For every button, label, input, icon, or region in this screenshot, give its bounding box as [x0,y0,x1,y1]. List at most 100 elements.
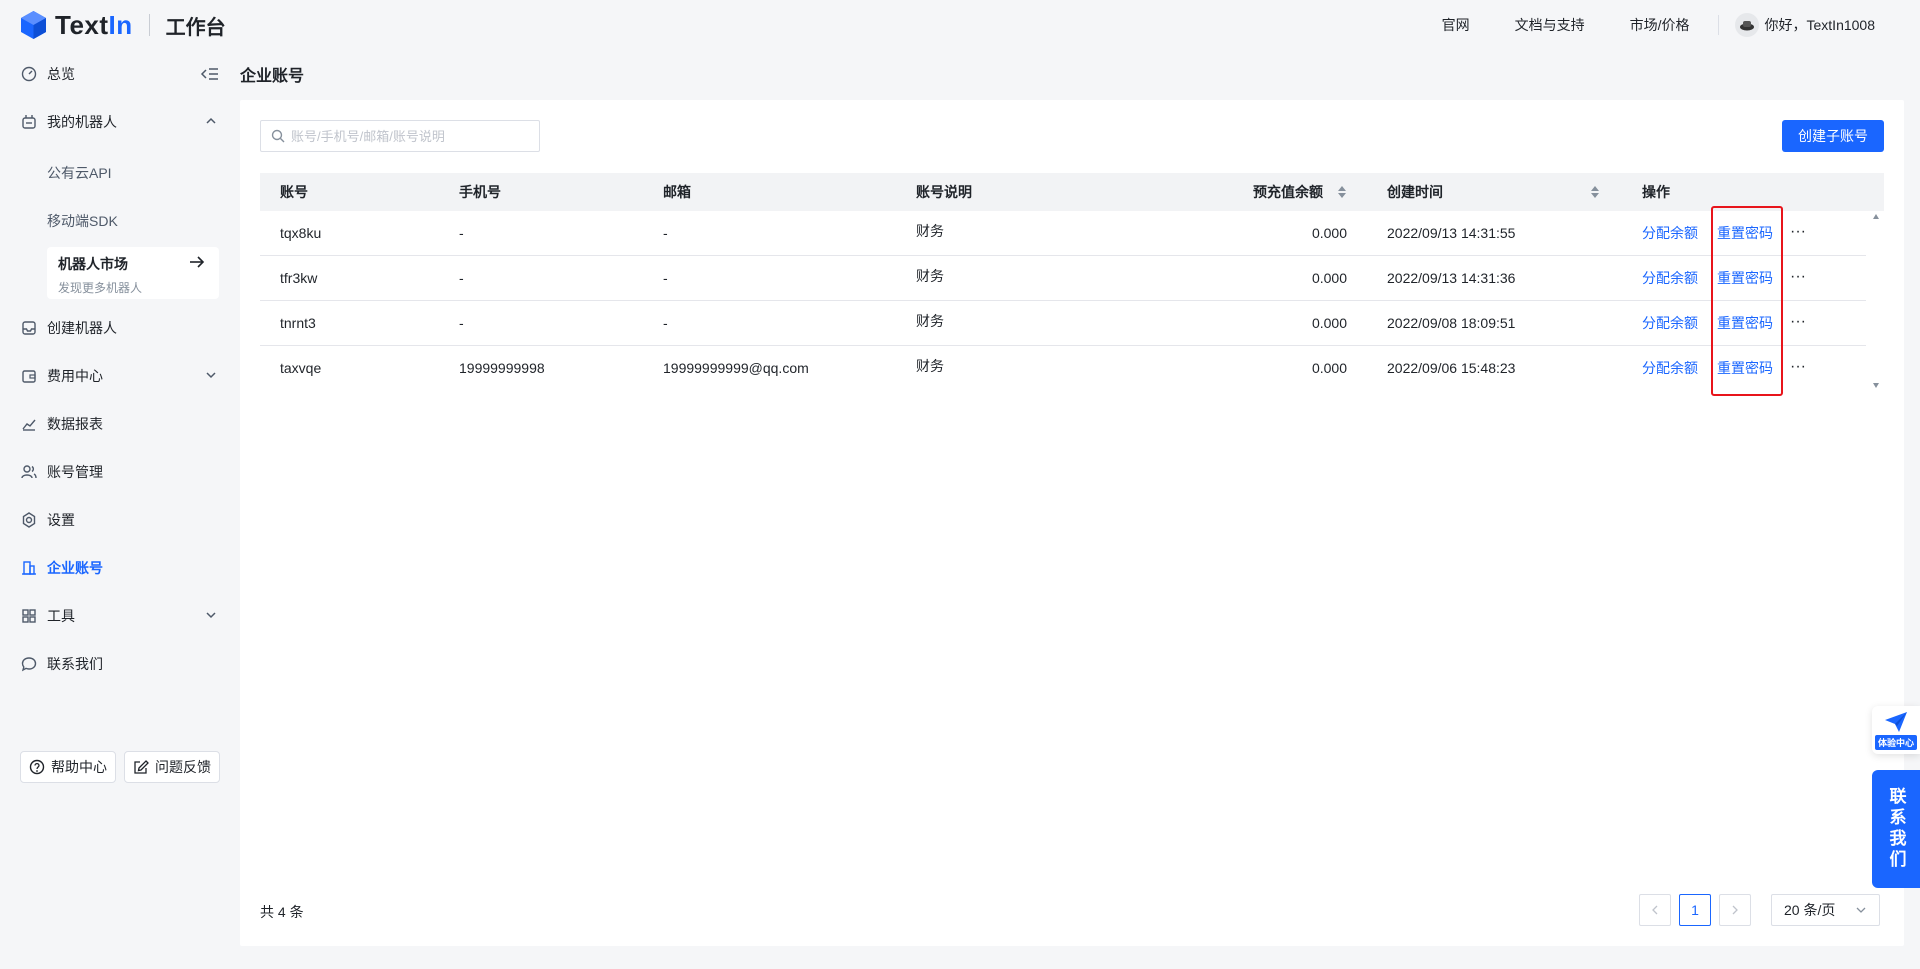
col-actions: 操作 [1642,184,1670,200]
chevron-up-icon [206,117,216,124]
sidebar-sub-public-cloud-api[interactable]: 公有云API [47,163,112,183]
market-title: 机器人市场 [58,256,128,272]
col-account: 账号 [280,184,308,200]
sidebar-item-label: 费用中心 [47,368,103,384]
reset-password-link[interactable]: 重置密码 [1717,211,1773,256]
col-description: 账号说明 [916,184,972,200]
page-size-select[interactable]: 20 条/页 [1771,894,1880,926]
cell-description: 财务 [916,358,944,374]
avatar [1734,13,1759,37]
search-box[interactable] [260,120,540,152]
allocate-balance-link[interactable]: 分配余额 [1642,256,1698,301]
col-phone: 手机号 [459,184,501,200]
more-actions-icon[interactable]: ··· [1790,211,1806,256]
cell-phone: 19999999998 [459,360,545,376]
cell-email: - [663,315,668,331]
prev-page-button[interactable] [1639,894,1671,926]
sidebar-item-account-mgmt[interactable]: 账号管理 [20,452,220,492]
sidebar-item-reports[interactable]: 数据报表 [20,404,220,444]
chevron-down-icon [206,372,216,379]
reset-password-link[interactable]: 重置密码 [1717,346,1773,391]
textin-logo-icon [21,11,46,39]
search-icon [271,129,285,143]
nav-official-site[interactable]: 官网 [1442,15,1470,35]
help-center-button[interactable]: 帮助中心 [20,751,116,783]
chevron-left-icon [1652,905,1658,915]
user-menu[interactable]: 你好，TextIn1008 [1734,13,1876,37]
sidebar-item-label: 工具 [47,608,75,624]
col-created: 创建时间 [1387,184,1443,200]
table-row: taxvqe 19999999998 19999999999@qq.com 财务… [260,346,1866,391]
nav-docs-support[interactable]: 文档与支持 [1515,15,1585,35]
feedback-label: 问题反馈 [155,759,211,775]
sidebar-item-overview[interactable]: 总览 [20,54,220,94]
sort-icon[interactable] [1590,185,1600,199]
cell-phone: - [459,225,464,241]
avatar-icon [1739,21,1754,31]
table-row: tqx8ku - - 财务 0.000 2022/09/13 14:31:55 … [260,211,1866,256]
cell-email: 19999999999@qq.com [663,360,809,376]
brand-logo[interactable]: TextIn 工作台 [20,10,226,41]
cell-description: 财务 [916,268,944,284]
cell-account: tnrnt3 [280,315,316,331]
col-balance: 预充值余额 [1253,184,1323,200]
sidebar-item-label: 创建机器人 [47,320,117,336]
cell-balance: 0.000 [1311,360,1347,376]
cell-account: tfr3kw [280,270,318,286]
sidebar: 总览 我的机器人 公有云API 移动端SDK 机器人市场 发现更多机器人 创建机… [0,50,236,969]
table-scrollbar[interactable] [1868,211,1884,391]
create-sub-account-button[interactable]: 创建子账号 [1782,120,1884,152]
sidebar-item-tools[interactable]: 工具 [20,596,220,636]
cell-account: taxvqe [280,360,322,376]
more-actions-icon[interactable]: ··· [1790,346,1806,391]
cell-created: 2022/09/06 15:48:23 [1387,360,1516,376]
sidebar-item-enterprise[interactable]: 企业账号 [20,548,220,588]
grid-icon [20,607,38,625]
cell-email: - [663,225,668,241]
content-card: 创建子账号 账号 手机号 邮箱 账号说明 预充值余额 创建时间 操作 tqx8k… [240,100,1904,946]
next-page-button[interactable] [1719,894,1751,926]
dashboard-icon [20,65,38,83]
cell-description: 财务 [916,313,944,329]
nav-divider [1717,15,1719,35]
allocate-balance-link[interactable]: 分配余额 [1642,211,1698,256]
sidebar-item-settings[interactable]: 设置 [20,500,220,540]
sidebar-item-billing[interactable]: 费用中心 [20,356,220,396]
page-1-button[interactable]: 1 [1679,894,1711,926]
sidebar-item-contact[interactable]: 联系我们 [20,644,220,684]
user-greeting: 你好，TextIn1008 [1764,17,1876,33]
allocate-balance-link[interactable]: 分配余额 [1642,301,1698,346]
reset-password-link[interactable]: 重置密码 [1717,301,1773,346]
sidebar-sub-mobile-sdk[interactable]: 移动端SDK [47,211,118,231]
experience-center-label: 体验中心 [1874,734,1917,750]
brand-divider [148,14,150,36]
chevron-down-icon [1856,907,1866,913]
more-actions-icon[interactable]: ··· [1790,256,1806,301]
total-count: 共 4 条 [260,904,304,920]
gear-icon [20,511,38,529]
cell-balance: 0.000 [1311,315,1347,331]
experience-center-widget[interactable]: 体验中心 [1872,706,1920,754]
sidebar-item-my-robots[interactable]: 我的机器人 [20,102,220,142]
building-icon [20,559,38,577]
help-icon [29,759,45,775]
chevron-right-icon [1732,905,1738,915]
search-input[interactable] [291,128,529,144]
market-subtitle: 发现更多机器人 [58,281,143,295]
sidebar-item-create-robot[interactable]: 创建机器人 [20,308,220,348]
sort-icon[interactable] [1337,185,1347,199]
reset-password-link[interactable]: 重置密码 [1717,256,1773,301]
allocate-balance-link[interactable]: 分配余额 [1642,346,1698,391]
nav-market-pricing[interactable]: 市场/价格 [1630,15,1690,35]
feedback-button[interactable]: 问题反馈 [124,751,220,783]
cell-phone: - [459,270,464,286]
arrow-right-icon [190,256,205,268]
page-size-value: 20 条/页 [1784,902,1836,918]
workspace-title: 工作台 [165,16,226,39]
contact-us-widget[interactable]: 联系我们 [1872,770,1920,888]
more-actions-icon[interactable]: ··· [1790,301,1806,346]
sidebar-item-label: 我的机器人 [47,114,117,130]
accounts-table: 账号 手机号 邮箱 账号说明 预充值余额 创建时间 操作 tqx8ku - - … [260,173,1884,391]
cell-balance: 0.000 [1311,225,1347,241]
robot-market-card[interactable]: 机器人市场 发现更多机器人 [47,247,219,299]
